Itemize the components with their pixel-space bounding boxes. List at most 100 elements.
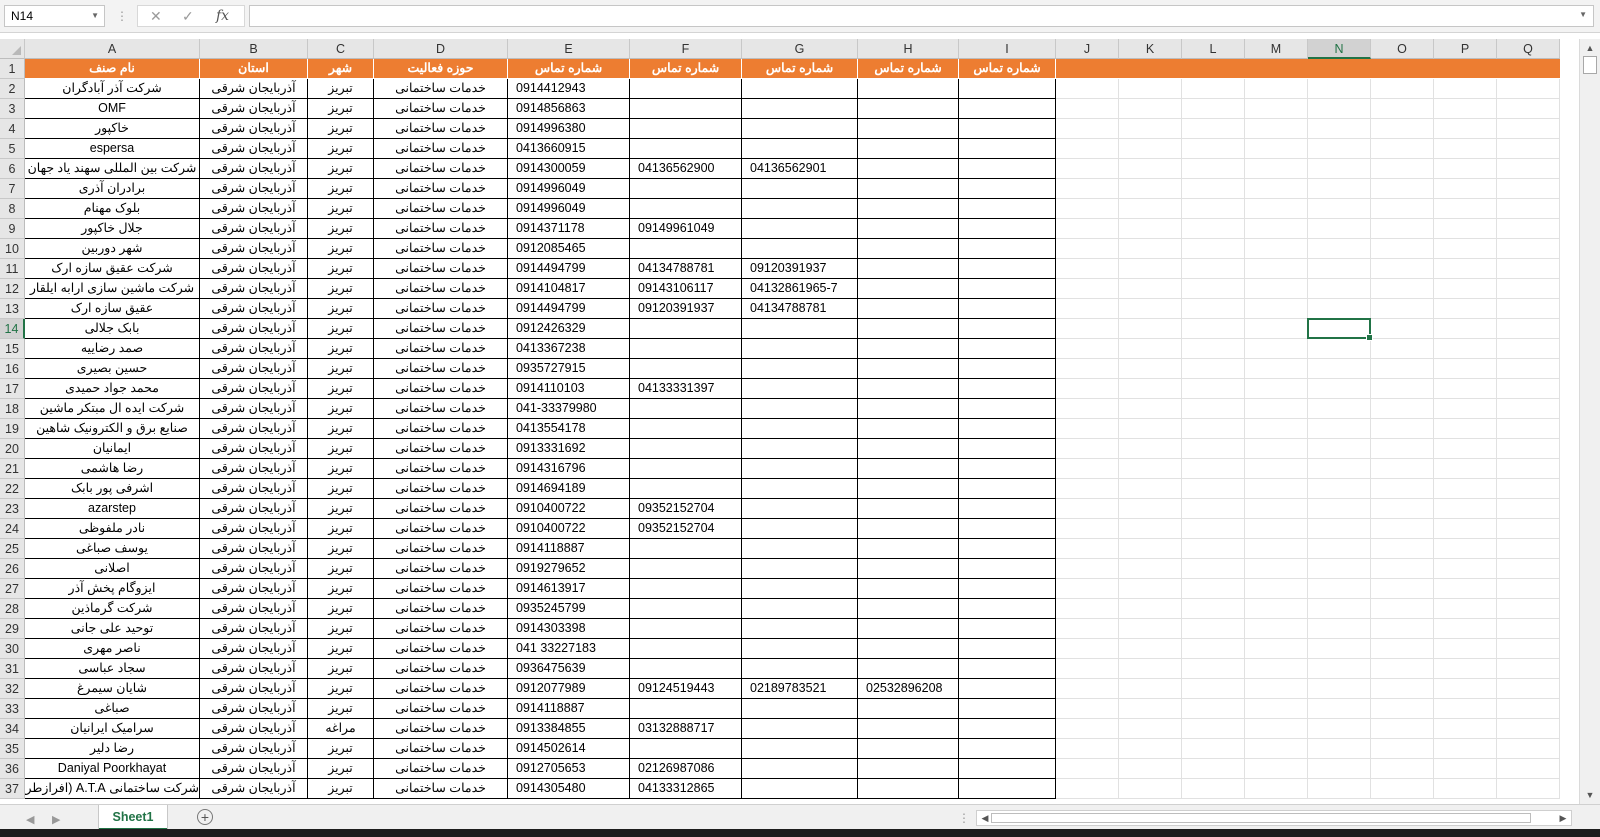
table-cell[interactable] — [630, 459, 742, 479]
empty-cell[interactable] — [1182, 179, 1245, 199]
empty-cell[interactable] — [1245, 499, 1308, 519]
empty-cell[interactable] — [1245, 559, 1308, 579]
empty-cell[interactable] — [1497, 419, 1560, 439]
table-cell[interactable] — [959, 359, 1056, 379]
table-cell[interactable]: آذربایجان شرقی — [200, 639, 308, 659]
table-cell[interactable]: تبریز — [308, 199, 374, 219]
table-cell[interactable] — [959, 439, 1056, 459]
row-header-25[interactable]: 25 — [0, 539, 25, 559]
table-cell[interactable]: تبریز — [308, 639, 374, 659]
table-cell[interactable] — [959, 539, 1056, 559]
table-cell[interactable] — [630, 79, 742, 99]
empty-cell[interactable] — [1371, 339, 1434, 359]
table-cell[interactable]: خدمات ساختمانی — [374, 199, 508, 219]
table-cell[interactable] — [959, 179, 1056, 199]
table-cell[interactable] — [742, 79, 858, 99]
table-cell[interactable] — [858, 719, 959, 739]
table-cell[interactable] — [630, 739, 742, 759]
table-cell[interactable]: خدمات ساختمانی — [374, 599, 508, 619]
table-cell[interactable]: شایان سیمرغ — [25, 679, 200, 699]
empty-cell[interactable] — [1182, 319, 1245, 339]
row-header-17[interactable]: 17 — [0, 379, 25, 399]
empty-cell[interactable] — [1371, 399, 1434, 419]
column-header-o[interactable]: O — [1371, 39, 1434, 59]
empty-cell[interactable] — [1056, 79, 1119, 99]
empty-cell[interactable] — [1497, 679, 1560, 699]
empty-cell[interactable] — [1434, 179, 1497, 199]
empty-cell[interactable] — [1056, 719, 1119, 739]
empty-cell[interactable] — [1182, 419, 1245, 439]
empty-cell[interactable] — [1056, 339, 1119, 359]
empty-cell[interactable] — [1119, 159, 1182, 179]
empty-cell[interactable] — [1245, 99, 1308, 119]
table-cell[interactable] — [959, 679, 1056, 699]
table-cell[interactable]: اصلانی — [25, 559, 200, 579]
empty-cell[interactable] — [1119, 79, 1182, 99]
previous-sheet-icon[interactable]: ◀ — [26, 813, 34, 826]
table-cell[interactable] — [742, 439, 858, 459]
table-cell[interactable]: تبریز — [308, 119, 374, 139]
table-cell[interactable]: آذربایجان شرقی — [200, 79, 308, 99]
table-header-cell[interactable]: استان — [200, 59, 308, 79]
empty-cell[interactable] — [1308, 219, 1371, 239]
table-cell[interactable] — [858, 259, 959, 279]
empty-cell[interactable] — [1497, 359, 1560, 379]
empty-cell[interactable] — [1245, 639, 1308, 659]
table-cell[interactable]: آذربایجان شرقی — [200, 699, 308, 719]
table-cell[interactable]: 04133331397 — [630, 379, 742, 399]
table-cell[interactable]: 0910400722 — [508, 519, 630, 539]
table-cell[interactable]: خدمات ساختمانی — [374, 339, 508, 359]
empty-cell[interactable] — [1245, 139, 1308, 159]
table-cell[interactable] — [630, 639, 742, 659]
table-cell[interactable]: 04136562900 — [630, 159, 742, 179]
empty-cell[interactable] — [1497, 399, 1560, 419]
empty-cell[interactable] — [1497, 739, 1560, 759]
column-header-k[interactable]: K — [1119, 39, 1182, 59]
empty-cell[interactable] — [1182, 199, 1245, 219]
empty-cell[interactable] — [1434, 339, 1497, 359]
table-cell[interactable]: 0914316796 — [508, 459, 630, 479]
empty-cell[interactable] — [1308, 719, 1371, 739]
table-cell[interactable] — [858, 459, 959, 479]
table-cell[interactable]: تبریز — [308, 539, 374, 559]
empty-cell[interactable] — [1308, 259, 1371, 279]
empty-cell[interactable] — [1119, 559, 1182, 579]
empty-cell[interactable] — [1119, 479, 1182, 499]
table-cell[interactable]: Daniyal Poorkhayat — [25, 759, 200, 779]
empty-cell[interactable] — [1245, 699, 1308, 719]
empty-cell[interactable] — [1245, 599, 1308, 619]
empty-cell[interactable] — [1371, 639, 1434, 659]
table-cell[interactable] — [858, 759, 959, 779]
next-sheet-icon[interactable]: ▶ — [52, 813, 60, 826]
table-cell[interactable]: خاکپور — [25, 119, 200, 139]
table-cell[interactable]: خدمات ساختمانی — [374, 299, 508, 319]
empty-cell[interactable] — [1056, 379, 1119, 399]
empty-cell[interactable] — [1056, 99, 1119, 119]
empty-cell[interactable] — [1497, 179, 1560, 199]
table-cell[interactable]: تبریز — [308, 419, 374, 439]
empty-cell[interactable] — [1497, 279, 1560, 299]
table-cell[interactable]: خدمات ساختمانی — [374, 259, 508, 279]
empty-cell[interactable] — [1245, 659, 1308, 679]
header-fill-cell[interactable] — [1308, 59, 1371, 79]
table-cell[interactable]: تبریز — [308, 579, 374, 599]
table-cell[interactable] — [959, 119, 1056, 139]
table-cell[interactable]: آذربایجان شرقی — [200, 739, 308, 759]
empty-cell[interactable] — [1182, 579, 1245, 599]
column-header-q[interactable]: Q — [1497, 39, 1560, 59]
table-cell[interactable]: تبریز — [308, 559, 374, 579]
empty-cell[interactable] — [1245, 439, 1308, 459]
empty-cell[interactable] — [1497, 439, 1560, 459]
column-header-e[interactable]: E — [508, 39, 630, 59]
empty-cell[interactable] — [1056, 479, 1119, 499]
empty-cell[interactable] — [1371, 619, 1434, 639]
table-cell[interactable]: آذربایجان شرقی — [200, 119, 308, 139]
table-cell[interactable] — [742, 179, 858, 199]
empty-cell[interactable] — [1182, 99, 1245, 119]
table-cell[interactable] — [630, 119, 742, 139]
table-cell[interactable] — [858, 179, 959, 199]
table-cell[interactable]: آذربایجان شرقی — [200, 619, 308, 639]
empty-cell[interactable] — [1434, 659, 1497, 679]
table-cell[interactable]: ناصر مهری — [25, 639, 200, 659]
row-header-7[interactable]: 7 — [0, 179, 25, 199]
